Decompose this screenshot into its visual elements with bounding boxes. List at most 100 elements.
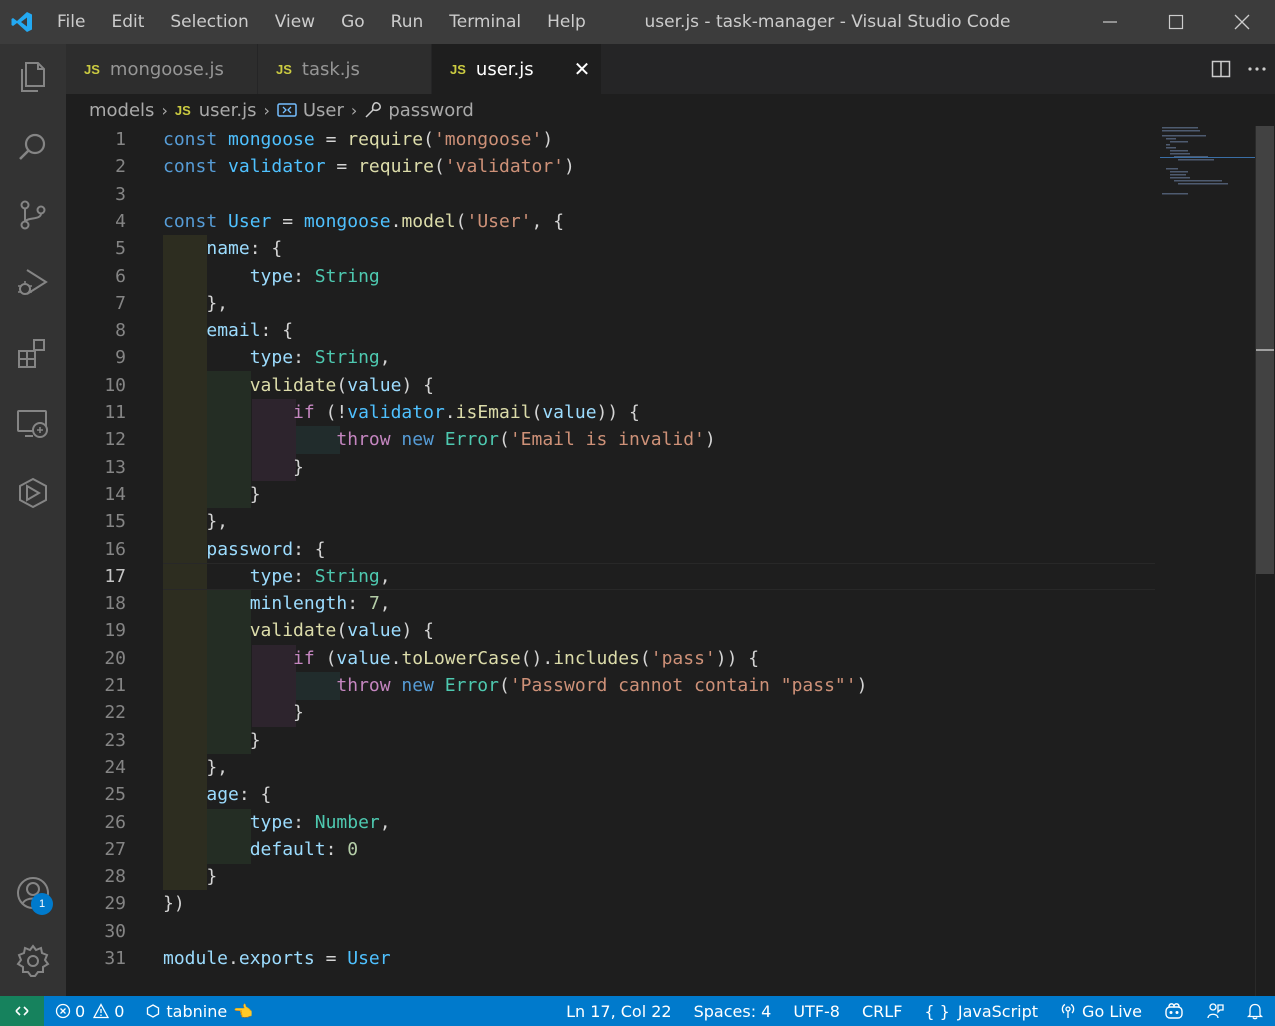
split-editor-button[interactable] bbox=[1203, 44, 1239, 94]
code-line[interactable]: 13 } bbox=[66, 454, 1166, 481]
menu-edit[interactable]: Edit bbox=[98, 0, 157, 44]
maximize-icon bbox=[1168, 14, 1184, 30]
code-line[interactable]: 25 age: { bbox=[66, 781, 1166, 808]
code-line[interactable]: 3 bbox=[66, 181, 1166, 208]
feedback-button[interactable] bbox=[1195, 996, 1235, 1026]
code-line[interactable]: 22 } bbox=[66, 699, 1166, 726]
indentation-setting[interactable]: Spaces: 4 bbox=[683, 996, 783, 1026]
warning-icon bbox=[93, 1003, 110, 1019]
code-line[interactable]: 23 } bbox=[66, 727, 1166, 754]
maximize-button[interactable] bbox=[1143, 0, 1209, 44]
code-token: 'validator' bbox=[444, 156, 565, 178]
vscode-logo-icon bbox=[0, 0, 44, 44]
code-token: , bbox=[379, 347, 391, 369]
menu-terminal[interactable]: Terminal bbox=[436, 0, 534, 44]
remote-indicator-button[interactable] bbox=[0, 996, 44, 1026]
code-line[interactable]: 14 } bbox=[66, 481, 1166, 508]
code-line[interactable]: 8 email: { bbox=[66, 317, 1166, 344]
tab-mongoose-js[interactable]: JS mongoose.js bbox=[66, 44, 258, 94]
editor-scrollbar[interactable] bbox=[1255, 126, 1275, 996]
end-of-line[interactable]: CRLF bbox=[851, 996, 913, 1026]
code-line[interactable]: 17 type: String, bbox=[66, 563, 1166, 590]
breadcrumb-file[interactable]: user.js bbox=[199, 100, 257, 121]
code-line[interactable]: 19 validate(value) { bbox=[66, 617, 1166, 644]
code-line[interactable]: 21 throw new Error('Password cannot cont… bbox=[66, 672, 1166, 699]
code-line[interactable]: 1 const mongoose = require('mongoose') bbox=[66, 126, 1166, 153]
search-icon[interactable] bbox=[0, 114, 66, 180]
menu-go[interactable]: Go bbox=[328, 0, 378, 44]
problems-indicator[interactable]: 0 0 bbox=[44, 996, 135, 1026]
line-number: 12 bbox=[104, 429, 126, 451]
code-token: , bbox=[379, 593, 391, 615]
error-icon bbox=[55, 1003, 71, 1019]
run-debug-icon[interactable] bbox=[0, 250, 66, 316]
language-mode[interactable]: { } JavaScript bbox=[913, 996, 1049, 1026]
code-line[interactable]: 6 type: String bbox=[66, 263, 1166, 290]
title-bar: File Edit Selection View Go Run Terminal… bbox=[0, 0, 1275, 44]
code-line[interactable]: 4 const User = mongoose.model('User', { bbox=[66, 208, 1166, 235]
code-token: String bbox=[314, 565, 380, 587]
code-line[interactable]: 15 }, bbox=[66, 508, 1166, 535]
code-line[interactable]: 27 default: 0 bbox=[66, 836, 1166, 863]
code-token: } bbox=[163, 456, 304, 478]
code-line[interactable]: 5 name: { bbox=[66, 235, 1166, 262]
go-live-button[interactable]: Go Live bbox=[1049, 996, 1153, 1026]
notifications-button[interactable] bbox=[1235, 996, 1275, 1026]
more-actions-button[interactable] bbox=[1239, 44, 1275, 94]
code-line[interactable]: 18 minlength: 7, bbox=[66, 590, 1166, 617]
code-line[interactable]: 16 password: { bbox=[66, 536, 1166, 563]
line-number: 4 bbox=[115, 210, 126, 232]
line-number: 27 bbox=[104, 838, 126, 860]
menu-help[interactable]: Help bbox=[534, 0, 599, 44]
breadcrumb-property[interactable]: password bbox=[388, 100, 473, 121]
source-control-icon[interactable] bbox=[0, 182, 66, 248]
breadcrumb-folder[interactable]: models bbox=[89, 100, 154, 121]
cursor-position[interactable]: Ln 17, Col 22 bbox=[555, 996, 683, 1026]
tab-user-js[interactable]: JS user.js ✕ bbox=[432, 44, 602, 94]
code-line[interactable]: 2 const validator = require('validator') bbox=[66, 153, 1166, 180]
code-line[interactable]: 12 throw new Error('Email is invalid') bbox=[66, 426, 1166, 453]
code-editor[interactable]: 1 const mongoose = require('mongoose') 2 co… bbox=[66, 126, 1255, 996]
extensions-icon[interactable] bbox=[0, 320, 66, 386]
code-line[interactable]: 31 module.exports = User bbox=[66, 945, 1166, 972]
code-line[interactable]: 9 type: String, bbox=[66, 344, 1166, 371]
code-line[interactable]: 30 bbox=[66, 918, 1166, 945]
minimap[interactable] bbox=[1160, 126, 1255, 196]
line-number: 3 bbox=[115, 183, 126, 205]
code-text: }, bbox=[163, 290, 228, 317]
explorer-icon[interactable] bbox=[0, 44, 66, 110]
accounts-icon[interactable] bbox=[0, 860, 66, 926]
menu-file[interactable]: File bbox=[44, 0, 98, 44]
close-window-button[interactable] bbox=[1209, 0, 1275, 44]
breadcrumb-symbol[interactable]: User bbox=[303, 100, 344, 121]
code-token: 'pass' bbox=[650, 647, 716, 669]
menu-view[interactable]: View bbox=[262, 0, 328, 44]
remote-explorer-icon[interactable] bbox=[0, 390, 66, 456]
code-line[interactable]: 11 if (!validator.isEmail(value)) { bbox=[66, 399, 1166, 426]
code-line[interactable]: 10 validate(value) { bbox=[66, 372, 1166, 399]
code-line[interactable]: 24 }, bbox=[66, 754, 1166, 781]
code-text: type: String bbox=[163, 263, 380, 290]
code-token: ) { bbox=[401, 374, 434, 396]
tab-task-js[interactable]: JS task.js bbox=[258, 44, 432, 94]
code-line[interactable]: 29}) bbox=[66, 890, 1166, 917]
code-token: = bbox=[314, 948, 348, 969]
line-number: 20 bbox=[104, 647, 126, 669]
code-token: 7 bbox=[368, 593, 380, 615]
menu-run[interactable]: Run bbox=[378, 0, 437, 44]
file-encoding[interactable]: UTF-8 bbox=[782, 996, 851, 1026]
code-line[interactable]: 28 } bbox=[66, 863, 1166, 890]
code-text: if (!validator.isEmail(value)) { bbox=[163, 399, 640, 426]
menu-selection[interactable]: Selection bbox=[157, 0, 261, 44]
settings-gear-icon[interactable] bbox=[0, 928, 66, 994]
code-line[interactable]: 26 type: Number, bbox=[66, 809, 1166, 836]
code-line[interactable]: 20 if (value.toLowerCase().includes('pas… bbox=[66, 645, 1166, 672]
code-line[interactable]: 7 }, bbox=[66, 290, 1166, 317]
liveshare-icon[interactable] bbox=[0, 460, 66, 526]
tabnine-status[interactable]: tabnine 👈 bbox=[135, 996, 264, 1026]
copilot-button[interactable] bbox=[1153, 996, 1195, 1026]
minimize-button[interactable] bbox=[1077, 0, 1143, 44]
close-tab-icon[interactable]: ✕ bbox=[574, 57, 591, 81]
